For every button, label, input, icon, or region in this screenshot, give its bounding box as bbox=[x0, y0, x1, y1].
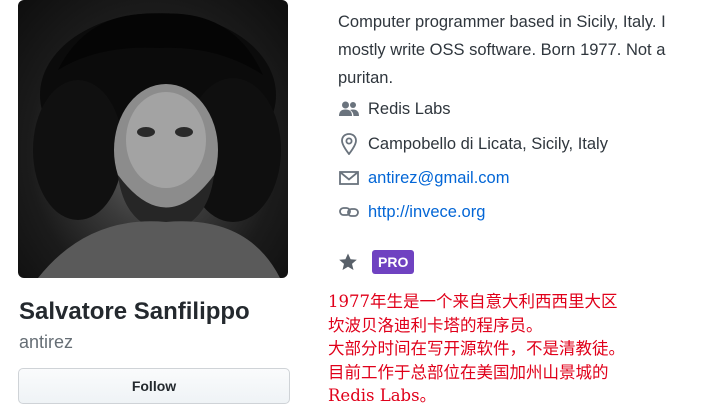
website-link[interactable]: http://invece.org bbox=[368, 201, 485, 223]
link-icon bbox=[338, 201, 360, 223]
annotation-line: Redis Labs。 bbox=[328, 386, 437, 405]
full-name: Salvatore Sanfilippo bbox=[19, 298, 250, 325]
mail-icon bbox=[338, 167, 360, 189]
email-link[interactable]: antirez@gmail.com bbox=[368, 167, 509, 189]
chinese-annotation: 1977年生是一个来自意大利西西里大区 坎波贝洛迪利卡塔的程序员。 大部分时间在… bbox=[328, 290, 718, 408]
pro-badge[interactable]: PRO bbox=[372, 250, 415, 274]
star-icon bbox=[338, 252, 358, 272]
annotation-line: 坎波贝洛迪利卡塔的程序员。 bbox=[328, 315, 543, 335]
username: antirez bbox=[19, 332, 74, 352]
organization-row: Redis Labs bbox=[338, 98, 451, 120]
bio-text: Computer programmer based in Sicily, Ita… bbox=[338, 13, 666, 87]
email-row: antirez@gmail.com bbox=[338, 167, 509, 189]
follow-button[interactable]: Follow bbox=[18, 368, 290, 404]
location-text: Campobello di Licata, Sicily, Italy bbox=[368, 135, 608, 153]
profile-photo bbox=[33, 13, 281, 278]
location-row: Campobello di Licata, Sicily, Italy bbox=[338, 133, 608, 155]
location-pin-icon bbox=[338, 133, 360, 155]
annotation-line: 大部分时间在写开源软件，不是清教徒。 bbox=[328, 339, 625, 358]
website-row: http://invece.org bbox=[338, 201, 485, 223]
badges-row: PRO bbox=[338, 250, 415, 274]
people-icon bbox=[338, 98, 360, 120]
avatar[interactable] bbox=[18, 0, 288, 278]
annotation-line: 目前工作于总部位在美国加州山景城的 bbox=[328, 362, 609, 382]
annotation-line: 1977年生是一个来自意大利西西里大区 bbox=[328, 292, 618, 311]
organization-name: Redis Labs bbox=[368, 100, 451, 118]
